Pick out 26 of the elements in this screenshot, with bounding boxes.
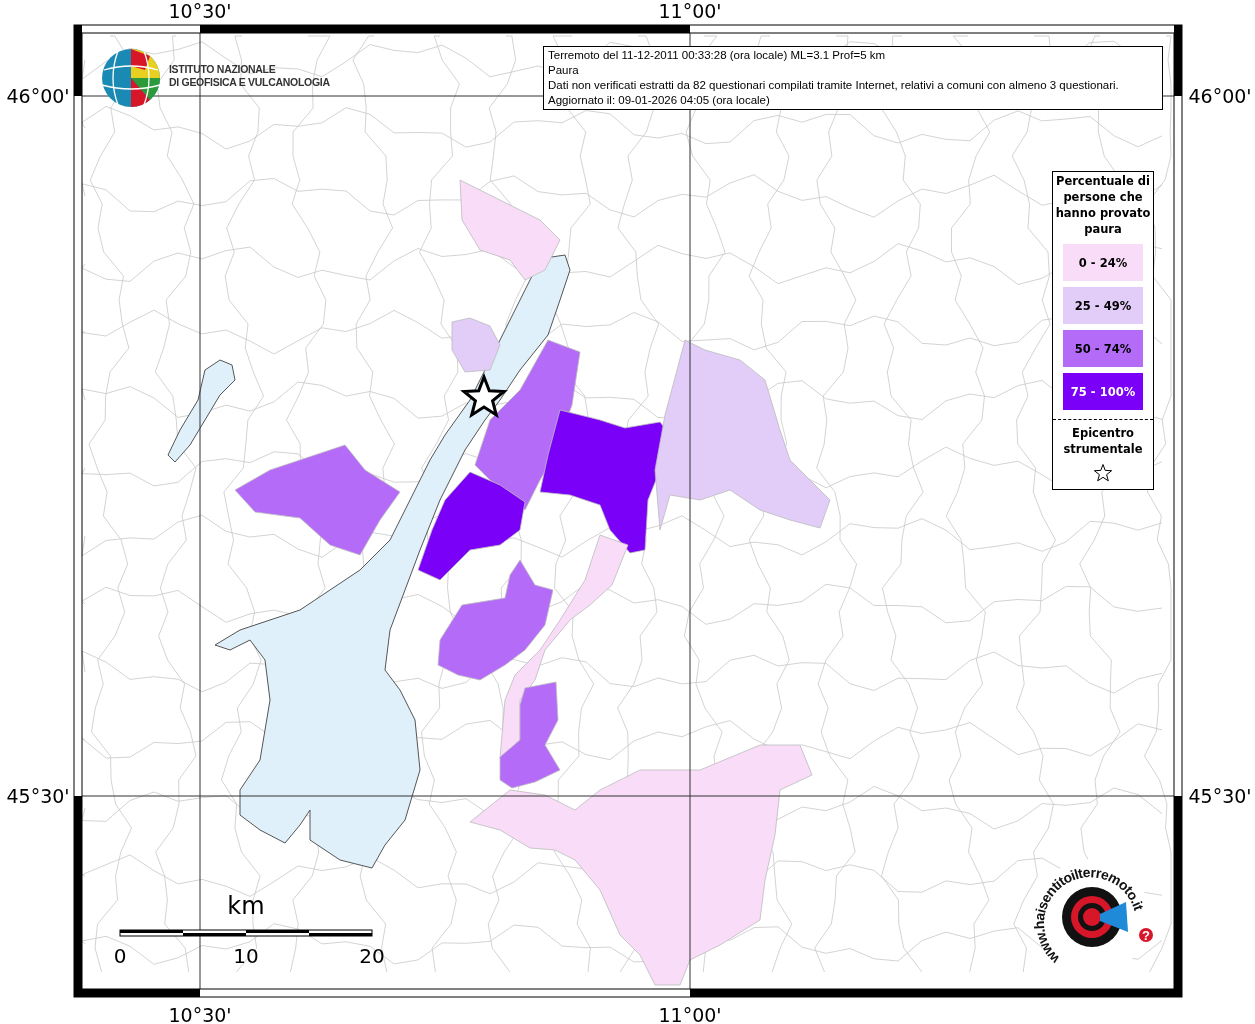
latitude-label: 45°30' — [6, 785, 70, 807]
legend-swatch: 50 - 74% — [1063, 330, 1143, 367]
epicenter-star-icon — [460, 372, 508, 419]
legend-swatch: 25 - 49% — [1063, 287, 1143, 324]
longitude-label: 11°00' — [658, 0, 722, 22]
institute-name: ISTITUTO NAZIONALE DI GEOFISICA E VULCANOLOGIA — [169, 63, 330, 89]
scale-label: 0 — [113, 944, 127, 968]
latitude-label: 46°00' — [1188, 85, 1252, 107]
legend-swatch: 0 - 24% — [1063, 244, 1143, 281]
info-line: Aggiornato il: 09-01-2026 04:05 (ora locale) — [548, 93, 771, 108]
latitude-label: 45°30' — [1188, 785, 1252, 807]
star-icon — [1093, 463, 1113, 483]
legend-swatch: 75 - 100% — [1063, 373, 1143, 410]
legend-epicenter-label: Epicentro strumentale — [1062, 425, 1144, 458]
globe-logo-icon — [101, 49, 161, 107]
longitude-label: 10°30' — [168, 0, 232, 22]
longitude-label: 10°30' — [168, 1004, 232, 1024]
longitude-label: 11°00' — [658, 1004, 722, 1024]
legend-title: Percentuale di persone che hanno provato paura — [1054, 173, 1152, 238]
info-line: Paura — [548, 63, 580, 78]
latitude-label: 46°00' — [6, 85, 70, 107]
info-line: Dati non verificati estratti da 82 questionari compilati tramite Internet, relativi a comuni con almeno 3 questionari. — [548, 78, 1120, 93]
scale-unit: km — [227, 892, 265, 920]
scale-label: 20 — [359, 944, 385, 968]
scale-label: 10 — [233, 944, 259, 968]
info-line: Terremoto del 11-12-2011 00:33:28 (ora locale) ML=3.1 Prof=5 km — [548, 48, 887, 63]
